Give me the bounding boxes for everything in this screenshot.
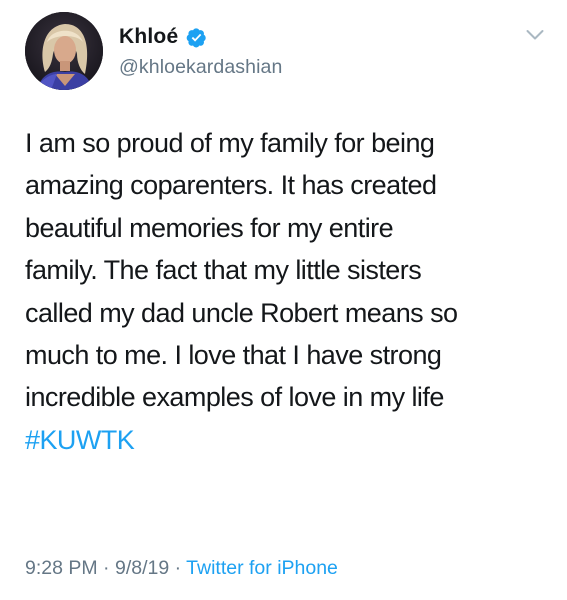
- chevron-down-icon[interactable]: [526, 28, 544, 40]
- author-handle[interactable]: @khloekardashian: [119, 56, 282, 79]
- tweet-text-line: incredible examples of love in my life: [25, 382, 444, 413]
- tweet-text-line: called my dad uncle Robert means so: [25, 297, 458, 328]
- tweet-text-line: family. The fact that my little sisters: [25, 255, 422, 286]
- tweet-date[interactable]: 9/8/19: [115, 557, 169, 579]
- tweet-text-line: I am so proud of my family for being: [25, 128, 435, 158]
- tweet-source-link[interactable]: Twitter for iPhone: [186, 557, 338, 579]
- meta-separator: ·: [97, 557, 115, 579]
- tweet-text: I am so proud of my family for being ama…: [25, 122, 550, 461]
- tweet-text-line: much to me. I love that I have strong: [25, 340, 442, 371]
- tweet-card: Khloé @khloekardashian I am so proud of …: [0, 0, 567, 600]
- tweet-text-line: amazing coparenters. It has created: [25, 170, 437, 201]
- tweet-time[interactable]: 9:28 PM: [25, 557, 98, 579]
- tweet-text-line: beautiful memories for my entire: [25, 212, 394, 243]
- tweet-meta: 9:28 PM · 9/8/19 · Twitter for iPhone: [25, 557, 338, 580]
- verified-badge-icon: [186, 27, 207, 48]
- display-name[interactable]: Khloé: [119, 25, 178, 49]
- author-name-row[interactable]: Khloé: [119, 24, 207, 50]
- hashtag-link[interactable]: #KUWTK: [25, 419, 550, 461]
- profile-photo: [25, 12, 103, 90]
- meta-separator: ·: [169, 557, 187, 579]
- avatar[interactable]: [25, 12, 103, 90]
